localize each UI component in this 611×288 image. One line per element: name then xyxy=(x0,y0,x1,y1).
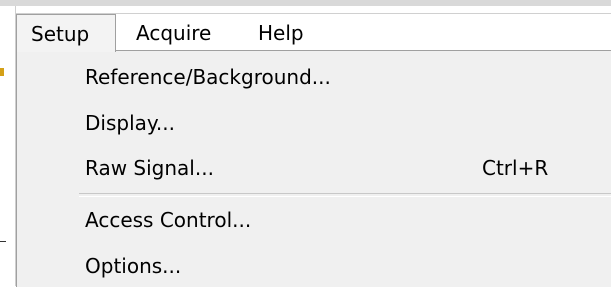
menu-item-reference-background[interactable]: Reference/Background... xyxy=(69,55,610,99)
menu-item-access-control[interactable]: Access Control... xyxy=(69,198,610,242)
partial-icon xyxy=(0,68,4,76)
menu-item-label: Reference/Background... xyxy=(85,65,331,89)
menu-help[interactable]: Help xyxy=(244,14,318,52)
menu-separator xyxy=(79,193,611,197)
menu-icon-gutter xyxy=(17,51,69,287)
menu-setup[interactable]: Setup xyxy=(16,14,116,52)
menu-item-shortcut: Ctrl+R xyxy=(482,156,549,180)
menu-item-display[interactable]: Display... xyxy=(69,101,610,145)
menu-bar: Setup Acquire Help xyxy=(16,13,611,52)
menu-acquire[interactable]: Acquire xyxy=(122,14,225,52)
menu-item-label: Raw Signal... xyxy=(85,156,214,180)
menu-item-raw-signal[interactable]: Raw Signal... Ctrl+R xyxy=(69,146,610,190)
menu-item-label: Display... xyxy=(85,111,175,135)
setup-dropdown-menu: Reference/Background... Display... Raw S… xyxy=(16,50,611,287)
partial-line xyxy=(0,241,6,242)
menu-item-label: Access Control... xyxy=(85,208,252,232)
underlying-window-strip xyxy=(0,6,16,286)
window-edge xyxy=(0,0,611,6)
menu-item-options[interactable]: Options... xyxy=(69,244,610,288)
menu-item-label: Options... xyxy=(85,254,182,278)
